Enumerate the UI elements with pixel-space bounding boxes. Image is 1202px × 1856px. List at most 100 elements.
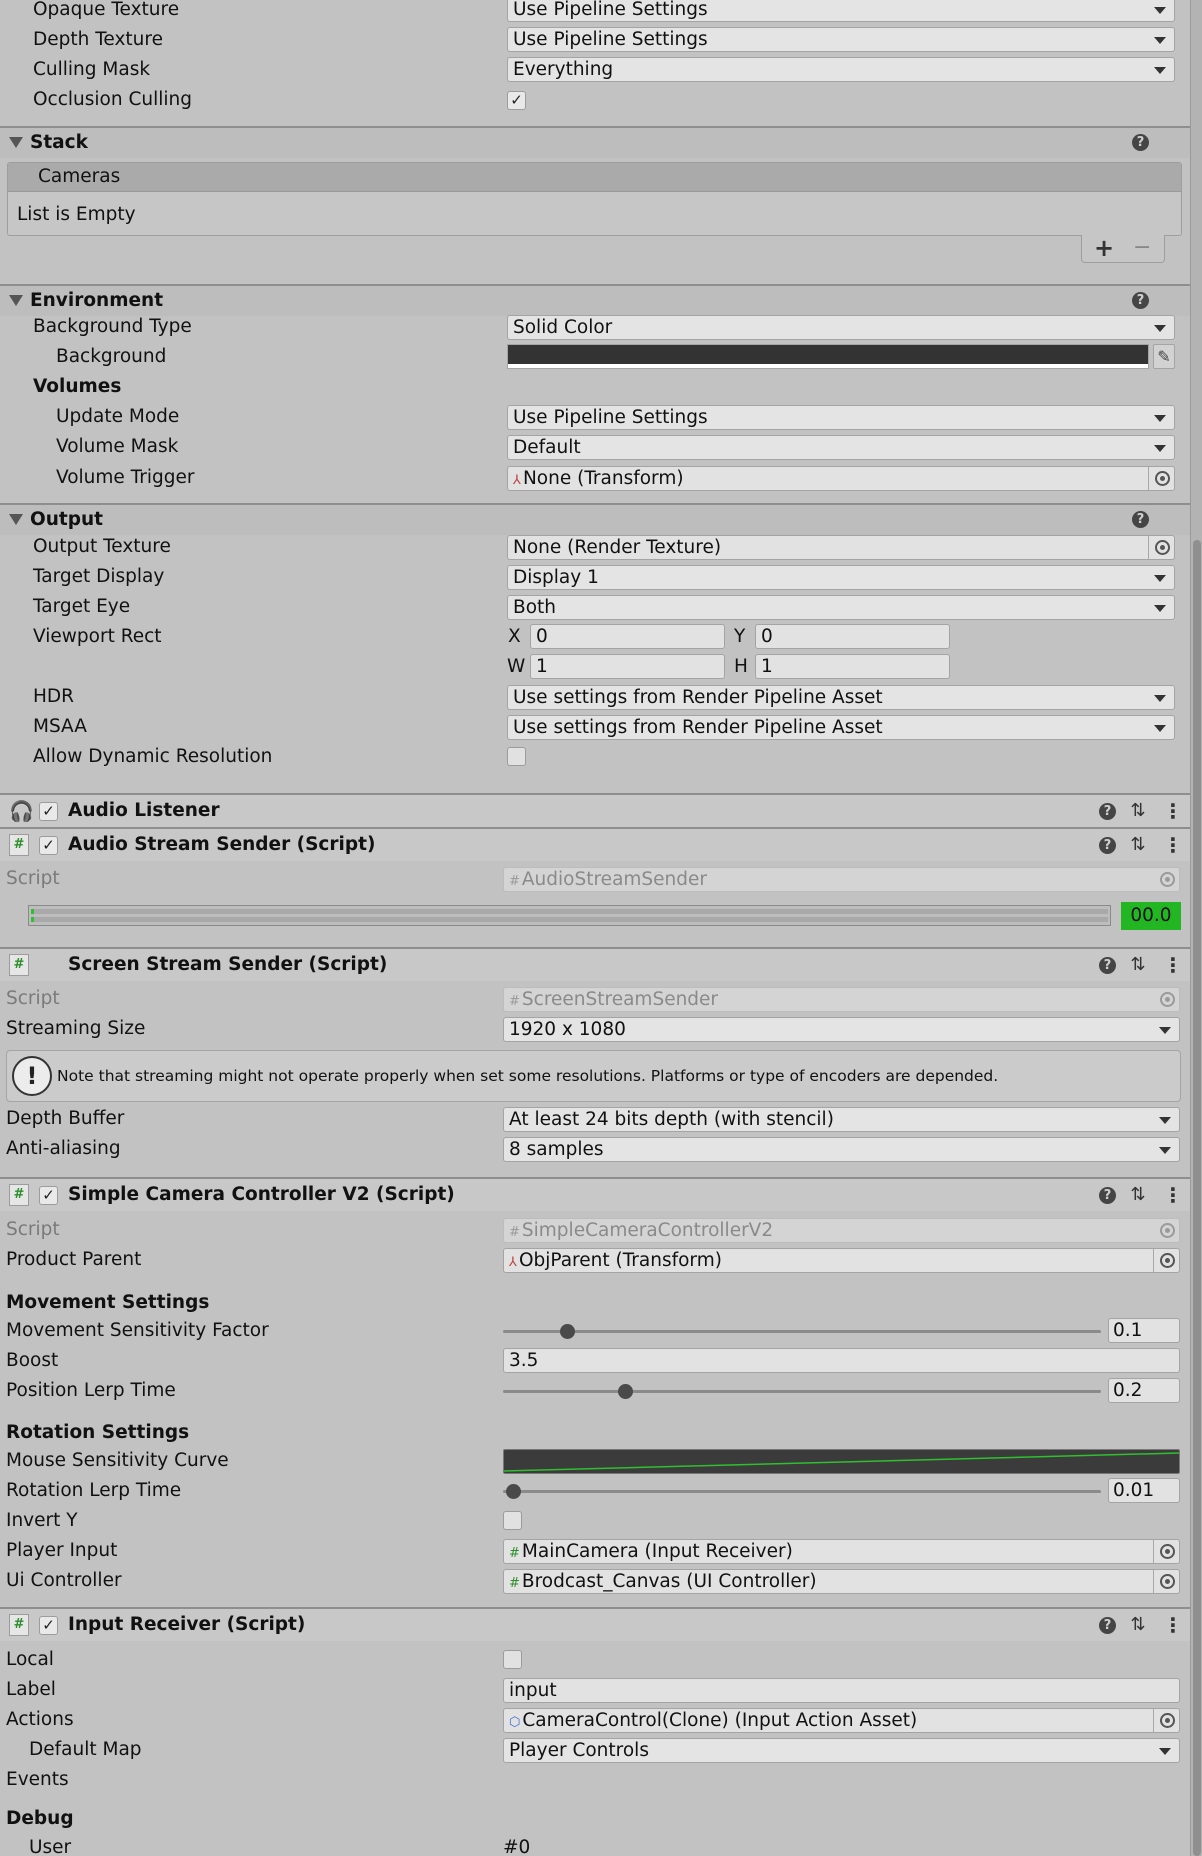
rotation-lerp-slider-track[interactable] (503, 1490, 1101, 1493)
viewport-y-input[interactable]: 0 (755, 624, 950, 649)
movement-sensitivity-slider-knob[interactable] (560, 1324, 575, 1339)
audio-listener-header[interactable]: 🎧 ✓ Audio Listener ? ⇅ ⋮ (0, 793, 1190, 827)
dynamic-resolution-checkbox[interactable] (507, 747, 526, 766)
position-lerp-slider-knob[interactable] (618, 1384, 633, 1399)
msaa-dropdown[interactable]: Use settings from Render Pipeline Asset (507, 715, 1175, 740)
rotation-lerp-input[interactable]: 0.01 (1108, 1478, 1180, 1503)
product-parent-field[interactable]: ⅄ ObjParent (Transform) (503, 1248, 1180, 1273)
boost-input[interactable]: 3.5 (503, 1348, 1180, 1373)
object-picker-icon[interactable] (1160, 1544, 1175, 1559)
help-icon[interactable]: ? (1132, 511, 1149, 528)
target-display-dropdown[interactable]: Display 1 (507, 565, 1175, 590)
target-eye-dropdown[interactable]: Both (507, 595, 1175, 620)
label-label: Label (6, 1679, 56, 1700)
movement-sensitivity-input[interactable]: 0.1 (1108, 1318, 1180, 1343)
help-icon[interactable]: ? (1099, 957, 1116, 974)
opaque-texture-dropdown[interactable]: Use Pipeline Settings (507, 0, 1175, 22)
audio-stream-enabled-checkbox[interactable]: ✓ (39, 836, 58, 855)
stack-section-header[interactable]: Stack ? (0, 126, 1190, 158)
background-type-dropdown[interactable]: Solid Color (507, 315, 1175, 340)
volume-trigger-field[interactable]: ⅄ None (Transform) (507, 466, 1175, 491)
environment-section-header[interactable]: Environment ? (0, 284, 1190, 316)
presets-icon[interactable]: ⇅ (1129, 836, 1147, 854)
position-lerp-input[interactable]: 0.2 (1108, 1378, 1180, 1403)
ui-controller-label: Ui Controller (6, 1570, 122, 1591)
help-icon[interactable]: ? (1099, 1617, 1116, 1634)
mouse-sensitivity-curve-field[interactable] (503, 1449, 1180, 1474)
output-texture-value: None (Render Texture) (513, 537, 722, 558)
position-lerp-slider-track[interactable] (503, 1390, 1101, 1393)
rotation-lerp-slider-knob[interactable] (506, 1484, 521, 1499)
culling-mask-dropdown[interactable]: Everything (507, 57, 1175, 82)
minus-icon[interactable]: − (1133, 235, 1151, 261)
presets-icon[interactable]: ⇅ (1129, 956, 1147, 974)
movement-sensitivity-label: Movement Sensitivity Factor (6, 1320, 269, 1341)
object-picker-icon[interactable] (1160, 1253, 1175, 1268)
output-section-header[interactable]: Output ? (0, 503, 1190, 535)
local-checkbox[interactable] (503, 1650, 522, 1669)
screen-script-label: Script (6, 988, 60, 1009)
more-options-icon[interactable]: ⋮ (1163, 1185, 1183, 1205)
screen-stream-sender-header[interactable]: # Screen Stream Sender (Script) ? ⇅ ⋮ (0, 947, 1190, 981)
audio-stream-sender-header[interactable]: # ✓ Audio Stream Sender (Script) ? ⇅ ⋮ (0, 827, 1190, 861)
object-picker-icon[interactable] (1155, 540, 1170, 555)
occlusion-culling-checkbox[interactable]: ✓ (507, 91, 526, 110)
depth-texture-dropdown[interactable]: Use Pipeline Settings (507, 27, 1175, 52)
viewport-h-input[interactable]: 1 (755, 654, 950, 679)
audio-listener-enabled-checkbox[interactable]: ✓ (39, 802, 58, 821)
update-mode-dropdown[interactable]: Use Pipeline Settings (507, 405, 1175, 430)
help-icon[interactable]: ? (1132, 134, 1149, 151)
headphones-icon: 🎧 (9, 799, 34, 823)
actions-field[interactable]: ⬡ CameraControl(Clone) (Input Action Asse… (503, 1708, 1180, 1733)
plus-icon[interactable]: + (1094, 235, 1114, 261)
more-options-icon[interactable]: ⋮ (1163, 801, 1183, 821)
foldout-triangle-icon (9, 514, 23, 525)
help-icon[interactable]: ? (1099, 1187, 1116, 1204)
volume-mask-dropdown[interactable]: Default (507, 435, 1175, 460)
picker-divider (1148, 536, 1149, 559)
scrollbar-thumb[interactable] (1193, 540, 1201, 1856)
object-picker-icon[interactable] (1155, 471, 1170, 486)
more-options-icon[interactable]: ⋮ (1163, 835, 1183, 855)
object-picker-icon[interactable] (1160, 1574, 1175, 1589)
label-input[interactable]: input (503, 1678, 1180, 1703)
camera-controller-header[interactable]: # ✓ Simple Camera Controller V2 (Script)… (0, 1177, 1190, 1211)
script-icon: # (509, 874, 520, 889)
help-icon[interactable]: ? (1099, 803, 1116, 820)
viewport-x-input[interactable]: 0 (530, 624, 725, 649)
input-receiver-header[interactable]: # ✓ Input Receiver (Script) ? ⇅ ⋮ (0, 1607, 1190, 1641)
output-texture-field[interactable]: None (Render Texture) (507, 535, 1175, 560)
viewport-w-input[interactable]: 1 (530, 654, 725, 679)
background-color-field[interactable] (507, 344, 1149, 369)
user-label: User (29, 1837, 72, 1856)
picker-divider (1153, 1540, 1154, 1563)
picker-divider (1153, 1249, 1154, 1272)
input-receiver-enabled-checkbox[interactable]: ✓ (39, 1616, 58, 1635)
player-input-field[interactable]: # MainCamera (Input Receiver) (503, 1539, 1180, 1564)
help-icon[interactable]: ? (1132, 292, 1149, 309)
camera-controller-enabled-checkbox[interactable]: ✓ (39, 1186, 58, 1205)
hdr-dropdown[interactable]: Use settings from Render Pipeline Asset (507, 685, 1175, 710)
controller-script-label: Script (6, 1219, 60, 1240)
screen-script-value: ScreenStreamSender (521, 989, 719, 1010)
eyedropper-icon[interactable]: ✎ (1153, 344, 1175, 369)
anti-aliasing-dropdown[interactable]: 8 samples (503, 1137, 1180, 1162)
streaming-size-dropdown[interactable]: 1920 x 1080 (503, 1017, 1180, 1042)
scrollbar-track[interactable] (1190, 0, 1202, 1856)
help-icon[interactable]: ? (1099, 837, 1116, 854)
movement-sensitivity-slider-track[interactable] (503, 1330, 1101, 1333)
presets-icon[interactable]: ⇅ (1129, 1616, 1147, 1634)
presets-icon[interactable]: ⇅ (1129, 1186, 1147, 1204)
output-texture-label: Output Texture (33, 536, 171, 557)
invert-y-checkbox[interactable] (503, 1511, 522, 1530)
presets-icon[interactable]: ⇅ (1129, 802, 1147, 820)
viewport-w-label: W (507, 656, 526, 677)
default-map-dropdown[interactable]: Player Controls (503, 1738, 1180, 1763)
more-options-icon[interactable]: ⋮ (1163, 1615, 1183, 1635)
more-options-icon[interactable]: ⋮ (1163, 955, 1183, 975)
ui-controller-field[interactable]: # Brodcast_Canvas (UI Controller) (503, 1569, 1180, 1594)
object-picker-icon[interactable] (1160, 1713, 1175, 1728)
depth-buffer-dropdown[interactable]: At least 24 bits depth (with stencil) (503, 1107, 1180, 1132)
chevron-down-icon (1154, 37, 1166, 44)
rotation-settings-header: Rotation Settings (6, 1422, 190, 1443)
